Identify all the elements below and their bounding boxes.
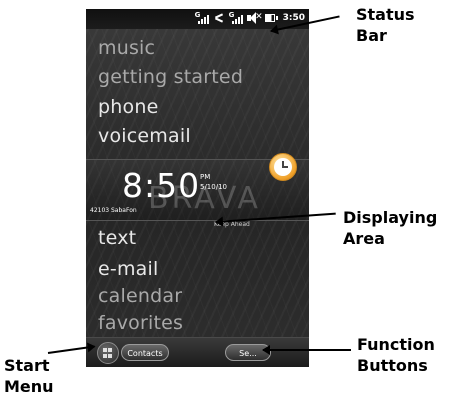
start-button[interactable] <box>97 342 119 364</box>
label-status-bar: Status Bar <box>356 5 415 45</box>
menu-item-getting-started[interactable]: getting started <box>98 66 243 88</box>
menu-item-e-mail[interactable]: e-mail <box>98 258 158 280</box>
data-connection-icon <box>213 12 225 24</box>
signal-strength-icon-2: G <box>229 11 243 24</box>
battery-icon <box>264 13 279 23</box>
signal-strength-icon: G <box>195 11 209 24</box>
annotated-screenshot: G G ✕ 3:50 music getting started phone v… <box>0 0 455 400</box>
home-clock-ampm: PM <box>200 173 211 181</box>
arrow-function-buttons <box>262 345 351 355</box>
label-function-buttons: Function Buttons <box>357 335 435 375</box>
status-icons: G G ✕ 3:50 <box>195 11 305 24</box>
operator-name: 42103 SabaFon <box>90 207 137 214</box>
windows-logo-icon <box>103 348 113 358</box>
label-displaying-area: Displaying Area <box>343 208 438 248</box>
status-time[interactable]: 3:50 <box>283 13 305 23</box>
volume-muted-icon[interactable]: ✕ <box>246 12 263 24</box>
menu-item-music[interactable]: music <box>98 37 155 59</box>
menu-item-text[interactable]: text <box>98 227 136 249</box>
contacts-softkey[interactable]: Contacts <box>121 344 169 361</box>
phone-screen: G G ✕ 3:50 music getting started phone v… <box>86 9 309 367</box>
softkey-bar <box>86 337 309 367</box>
label-start-menu: Start Menu <box>4 356 54 396</box>
home-clock-time[interactable]: 8:50 <box>122 166 200 205</box>
menu-item-voicemail[interactable]: voicemail <box>98 125 191 147</box>
alarm-clock-icon[interactable] <box>269 153 297 181</box>
menu-item-calendar[interactable]: calendar <box>98 285 182 307</box>
menu-item-favorites[interactable]: favorites <box>98 312 183 334</box>
menu-item-phone[interactable]: phone <box>98 96 158 118</box>
home-clock-date: 5/10/10 <box>200 183 227 191</box>
